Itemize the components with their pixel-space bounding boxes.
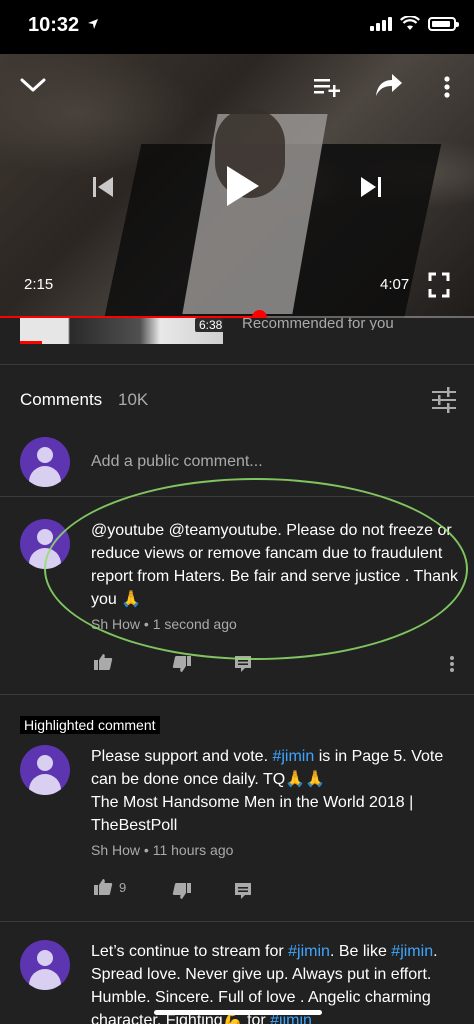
- add-to-queue-icon: [314, 79, 340, 97]
- cellular-signal-icon: [370, 16, 392, 31]
- thumbs-up-icon: [94, 654, 113, 670]
- wifi-icon: [400, 16, 420, 30]
- comment-time: 11 hours ago: [152, 842, 234, 858]
- play-icon: [227, 166, 259, 206]
- fullscreen-button[interactable]: [424, 270, 454, 300]
- divider: [0, 921, 474, 922]
- like-count: 9: [119, 880, 127, 895]
- fullscreen-icon: [428, 272, 450, 298]
- battery-icon: [428, 16, 459, 31]
- skip-next-icon: [361, 177, 381, 197]
- time-total: 4:07: [380, 276, 410, 293]
- comments-title: Comments: [20, 390, 103, 409]
- tune-icon: [432, 387, 456, 413]
- play-button[interactable]: [218, 158, 266, 214]
- status-time: 10:32: [28, 14, 99, 37]
- highlighted-comment-badge: Highlighted comment: [20, 716, 160, 734]
- sort-comments-button[interactable]: [430, 386, 458, 414]
- comments-count: 10K: [118, 390, 149, 409]
- reply-icon: [235, 883, 251, 899]
- share-arrow-icon: [376, 74, 402, 96]
- next-button[interactable]: [354, 170, 388, 204]
- share-button[interactable]: [372, 70, 406, 100]
- like-button[interactable]: [91, 650, 115, 674]
- comment-text: Please support and vote. #jimin is in Pa…: [91, 748, 444, 834]
- dislike-button[interactable]: [170, 879, 194, 903]
- thumbnail-duration: 6:38: [195, 318, 223, 332]
- previous-button[interactable]: [86, 170, 120, 204]
- like-button[interactable]: [91, 875, 115, 899]
- add-to-queue-button[interactable]: [310, 72, 344, 102]
- thumbs-down-icon: [172, 656, 191, 672]
- more-vertical-icon: [450, 656, 454, 672]
- comment-meta: Sh How • 11 hours ago: [91, 842, 234, 858]
- watched-progress: [20, 341, 42, 344]
- commenter-avatar[interactable]: [20, 745, 70, 795]
- video-player[interactable]: 2:15 4:07: [0, 54, 474, 318]
- recommended-thumbnail[interactable]: 6:38: [20, 318, 223, 344]
- collapse-button[interactable]: [16, 70, 50, 100]
- hashtag-link[interactable]: #jimin: [288, 943, 330, 960]
- hashtag-link[interactable]: #jimin: [391, 943, 433, 960]
- thumbs-down-icon: [172, 883, 191, 899]
- user-avatar: [20, 437, 70, 487]
- divider: [0, 364, 474, 365]
- skip-previous-icon: [93, 177, 113, 197]
- home-indicator[interactable]: [154, 1010, 322, 1015]
- recommended-label: Recommended for you: [242, 318, 394, 330]
- comment-menu-button[interactable]: [440, 652, 464, 676]
- status-icons: [370, 16, 459, 31]
- location-arrow-icon: [87, 19, 98, 29]
- add-comment-input[interactable]: Add a public comment...: [91, 453, 263, 471]
- thumbs-up-icon: [94, 879, 113, 895]
- commenter-avatar[interactable]: [20, 940, 70, 990]
- more-options-button[interactable]: [434, 72, 460, 102]
- annotation-circle: [44, 478, 468, 660]
- status-bar: 10:32: [0, 0, 474, 54]
- chevron-down-icon: [20, 78, 46, 92]
- time-elapsed: 2:15: [24, 276, 54, 293]
- more-vertical-icon: [444, 76, 450, 98]
- comment-author[interactable]: Sh How: [91, 842, 140, 858]
- reply-button[interactable]: [231, 879, 255, 903]
- hashtag-link[interactable]: #jimin: [272, 748, 314, 765]
- divider: [0, 694, 474, 695]
- watch-panel: 6:38 Recommended for you Comments 10K Ad…: [0, 318, 474, 1024]
